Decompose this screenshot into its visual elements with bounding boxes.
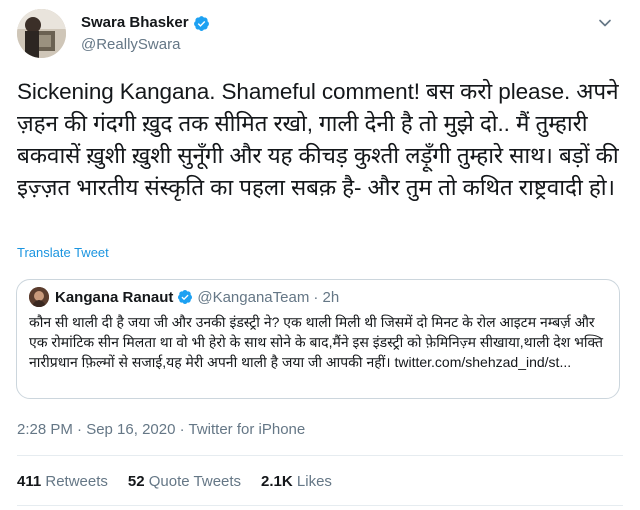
divider xyxy=(17,455,623,456)
tweet-timestamp[interactable]: 2:28 PM · Sep 16, 2020 · Twitter for iPh… xyxy=(17,421,305,438)
tweet-text: Sickening Kangana. Shameful comment! बस … xyxy=(17,79,619,200)
verified-badge-icon xyxy=(193,15,209,31)
tweet-header: Swara Bhasker @ReallySwara xyxy=(17,9,617,61)
author-name[interactable]: Swara Bhasker xyxy=(81,13,189,33)
verified-badge-icon xyxy=(178,290,193,304)
quoted-tweet-time: · 2h xyxy=(313,288,340,306)
quote-tweets-stat[interactable]: 52 Quote Tweets xyxy=(128,473,241,490)
chevron-down-icon[interactable] xyxy=(595,13,615,33)
retweets-label: Retweets xyxy=(45,473,108,490)
retweets-stat[interactable]: 411 Retweets xyxy=(17,473,108,490)
quoted-author-name: Kangana Ranaut xyxy=(55,288,174,306)
retweets-count: 411 xyxy=(17,473,46,490)
translate-tweet-link[interactable]: Translate Tweet xyxy=(17,245,109,260)
quote-tweets-label: Quote Tweets xyxy=(148,473,242,490)
quoted-author-avatar xyxy=(29,287,49,307)
author-handle[interactable]: @ReallySwara xyxy=(81,35,210,55)
author-avatar[interactable] xyxy=(17,9,66,58)
likes-stat[interactable]: 2.1K Likes xyxy=(261,473,332,490)
divider xyxy=(17,505,623,506)
likes-count: 2.1K xyxy=(261,473,297,490)
tweet-stats: 411 Retweets 52 Quote Tweets 2.1K Likes xyxy=(17,473,352,490)
author-name-row[interactable]: Swara Bhasker xyxy=(81,13,210,33)
quoted-author-handle: @KanganaTeam xyxy=(197,288,310,306)
quoted-tweet[interactable]: Kangana Ranaut @KanganaTeam · 2h कौन सी … xyxy=(16,279,620,399)
likes-label: Likes xyxy=(296,473,332,490)
quote-tweets-count: 52 xyxy=(127,473,149,490)
quoted-tweet-header: Kangana Ranaut @KanganaTeam · 2h xyxy=(29,287,339,307)
quoted-tweet-text: कौन सी थाली दी है जया जी और उनकी इंडस्ट्… xyxy=(29,314,604,370)
